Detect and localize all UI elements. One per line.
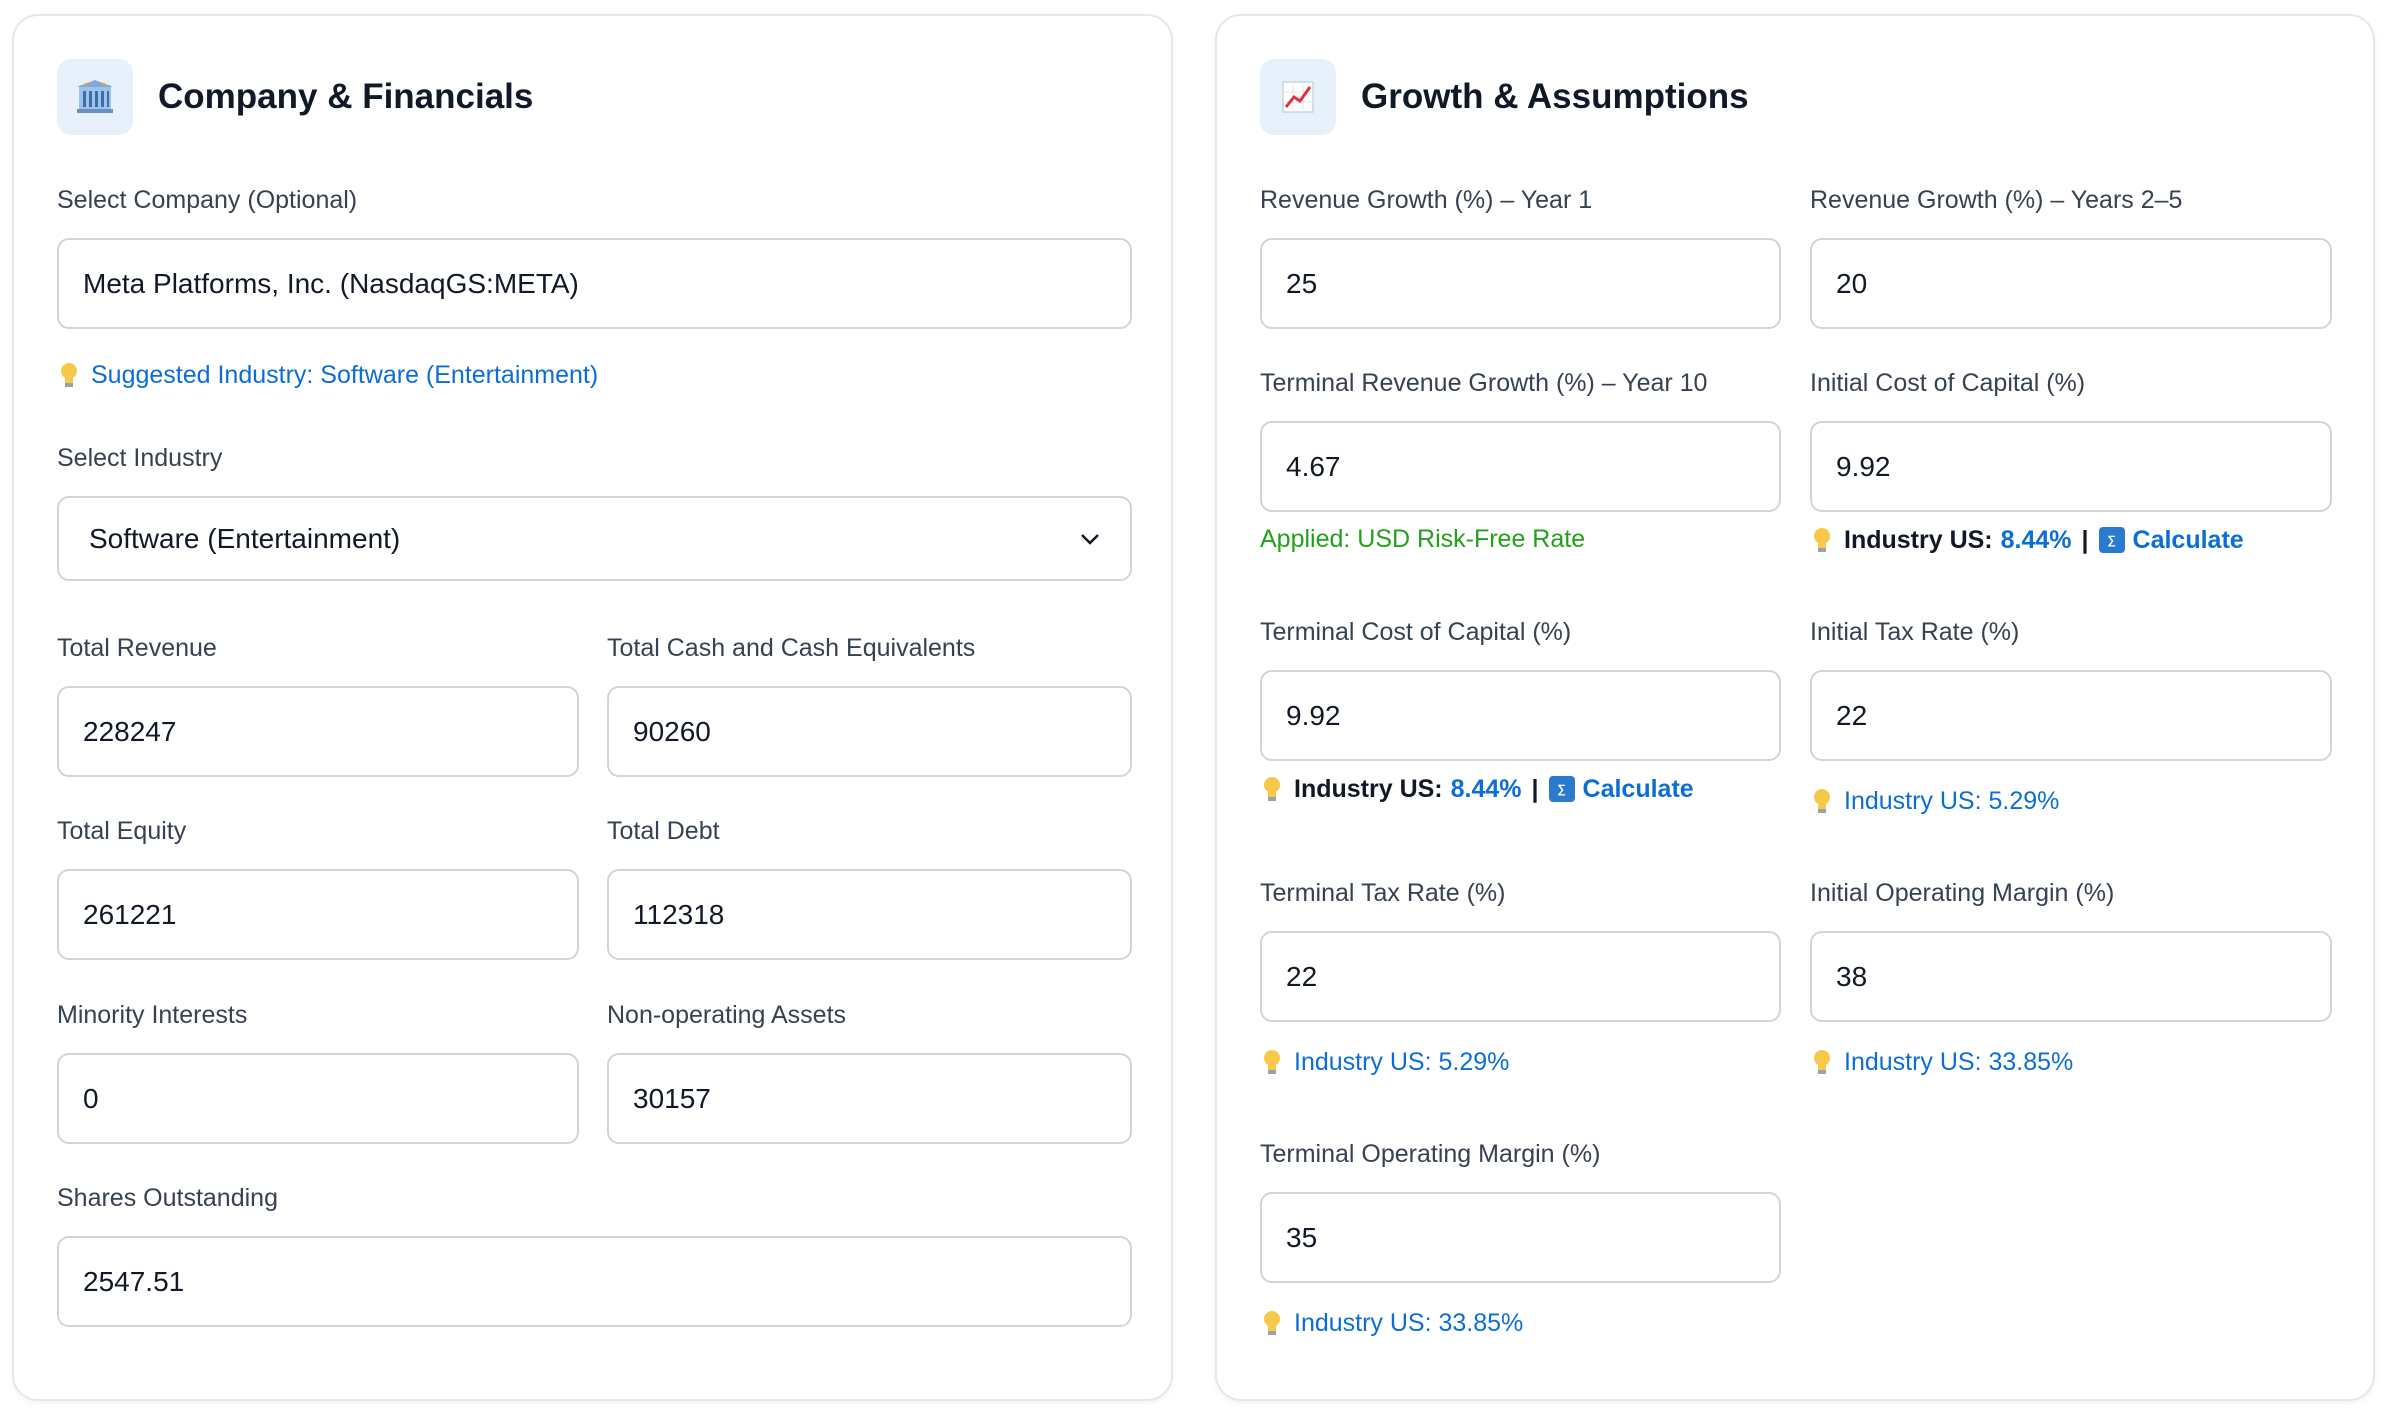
terminal-revenue-growth-field: Terminal Revenue Growth (%) – Year 10 Ap… [1260,369,1781,569]
industry-select[interactable]: Software (Entertainment) [57,496,1132,581]
lightbulb-icon [1814,528,1830,552]
industry-us-hint-text: Industry US: 5.29% [1844,786,2060,815]
initial-tax-rate-field: Initial Tax Rate (%) Industry US: 5.29% [1810,618,2332,818]
total-cash-field: Total Cash and Cash Equivalents [607,634,1132,777]
total-debt-label: Total Debt [607,817,720,845]
total-debt-input[interactable] [607,869,1132,960]
terminal-cost-of-capital-hint: Industry US: 8.44% | ∑ Calculate [1260,774,1694,804]
terminal-operating-margin-hint: Industry US: 33.85% [1260,1308,1523,1338]
shares-outstanding-label: Shares Outstanding [57,1184,278,1212]
total-equity-label: Total Equity [57,817,187,845]
initial-cost-of-capital-field: Initial Cost of Capital (%) Industry US:… [1810,369,2332,569]
calculate-link[interactable]: Calculate [2133,526,2244,555]
initial-operating-margin-field: Initial Operating Margin (%) Industry US… [1810,879,2332,1089]
total-equity-input[interactable] [57,869,579,960]
revenue-growth-y1-label: Revenue Growth (%) – Year 1 [1260,186,1593,214]
company-field: Select Company (Optional) Suggested Indu… [57,186,1132,396]
minority-interests-input[interactable] [57,1053,579,1144]
growth-assumptions-header: Growth & Assumptions [1260,59,1749,135]
separator: | [2081,525,2089,554]
non-operating-assets-label: Non-operating Assets [607,1001,847,1029]
terminal-operating-margin-field: Terminal Operating Margin (%) Industry U… [1260,1140,1781,1350]
terminal-tax-rate-label: Terminal Tax Rate (%) [1260,879,1506,907]
terminal-revenue-growth-input[interactable] [1260,421,1781,512]
terminal-revenue-growth-label: Terminal Revenue Growth (%) – Year 10 [1260,369,1708,397]
lightbulb-icon [1814,789,1830,813]
terminal-operating-margin-label: Terminal Operating Margin (%) [1260,1140,1601,1168]
industry-us-hint-text: Industry US: 33.85% [1844,1047,2074,1076]
growth-assumptions-card: Growth & Assumptions Revenue Growth (%) … [1215,14,2375,1401]
revenue-growth-y2-5-input[interactable] [1810,238,2332,329]
initial-operating-margin-hint: Industry US: 33.85% [1810,1047,2073,1077]
terminal-cost-of-capital-input[interactable] [1260,670,1781,761]
calculator-icon: ∑ [2098,527,2125,553]
total-revenue-label: Total Revenue [57,634,217,662]
industry-us-hint-text: Industry US: 33.85% [1294,1308,1524,1337]
applied-risk-free-note: Applied: USD Risk-Free Rate [1260,525,1586,553]
total-equity-field: Total Equity [57,817,579,960]
lightbulb-icon [61,363,77,387]
minority-interests-field: Minority Interests [57,1001,579,1144]
terminal-cost-of-capital-field: Terminal Cost of Capital (%) Industry US… [1260,618,1781,818]
industry-selected-value: Software (Entertainment) [89,522,401,554]
terminal-tax-rate-hint: Industry US: 5.29% [1260,1047,1509,1077]
initial-cost-of-capital-hint: Industry US: 8.44% | ∑ Calculate [1810,525,2244,555]
card-title: Company & Financials [158,77,534,116]
calculator-icon: ∑ [1548,776,1575,802]
terminal-tax-rate-field: Terminal Tax Rate (%) Industry US: 5.29% [1260,879,1781,1089]
initial-tax-rate-hint: Industry US: 5.29% [1810,786,2059,816]
industry-us-value: 8.44% [1450,774,1522,803]
suggested-industry-link[interactable]: Suggested Industry: Software (Entertainm… [91,361,598,390]
card-title: Growth & Assumptions [1361,77,1749,116]
non-operating-assets-input[interactable] [607,1053,1132,1144]
total-revenue-field: Total Revenue [57,634,579,777]
terminal-tax-rate-input[interactable] [1260,931,1781,1022]
total-debt-field: Total Debt [607,817,1132,960]
initial-cost-of-capital-input[interactable] [1810,421,2332,512]
industry-us-value: 8.44% [2000,525,2072,554]
revenue-growth-y2-5-label: Revenue Growth (%) – Years 2–5 [1810,186,2183,214]
shares-outstanding-input[interactable] [57,1236,1132,1327]
separator: | [1531,774,1539,803]
company-input[interactable] [57,238,1132,329]
industry-field: Select Industry Software (Entertainment) [57,444,1132,584]
total-cash-input[interactable] [607,686,1132,777]
shares-outstanding-field: Shares Outstanding [57,1184,1132,1327]
industry-label: Select Industry [57,444,223,472]
initial-tax-rate-label: Initial Tax Rate (%) [1810,618,2020,646]
lightbulb-icon [1264,777,1280,801]
initial-operating-margin-input[interactable] [1810,931,2332,1022]
company-financials-header: Company & Financials [57,59,533,135]
total-revenue-input[interactable] [57,686,579,777]
industry-us-label: Industry US: [1294,774,1443,803]
initial-operating-margin-label: Initial Operating Margin (%) [1810,879,2115,907]
industry-us-label: Industry US: [1844,525,1993,554]
minority-interests-label: Minority Interests [57,1001,248,1029]
initial-cost-of-capital-label: Initial Cost of Capital (%) [1810,369,2086,397]
lightbulb-icon [1264,1311,1280,1335]
chevron-down-icon [1081,533,1099,545]
terminal-operating-margin-input[interactable] [1260,1192,1781,1283]
company-label: Select Company (Optional) [57,186,358,214]
industry-us-hint-text: Industry US: 5.29% [1294,1047,1510,1076]
lightbulb-icon [1264,1050,1280,1074]
lightbulb-icon [1814,1050,1830,1074]
chart-increasing-icon [1260,59,1336,135]
initial-tax-rate-input[interactable] [1810,670,2332,761]
terminal-cost-of-capital-label: Terminal Cost of Capital (%) [1260,618,1572,646]
total-cash-label: Total Cash and Cash Equivalents [607,634,976,662]
building-icon [57,59,133,135]
revenue-growth-y1-field: Revenue Growth (%) – Year 1 [1260,186,1781,329]
revenue-growth-y2-5-field: Revenue Growth (%) – Years 2–5 [1810,186,2332,329]
calculate-link[interactable]: Calculate [1583,775,1694,804]
non-operating-assets-field: Non-operating Assets [607,1001,1132,1144]
suggested-industry-hint: Suggested Industry: Software (Entertainm… [57,360,598,390]
revenue-growth-y1-input[interactable] [1260,238,1781,329]
company-financials-card: Company & Financials Select Company (Opt… [12,14,1173,1401]
